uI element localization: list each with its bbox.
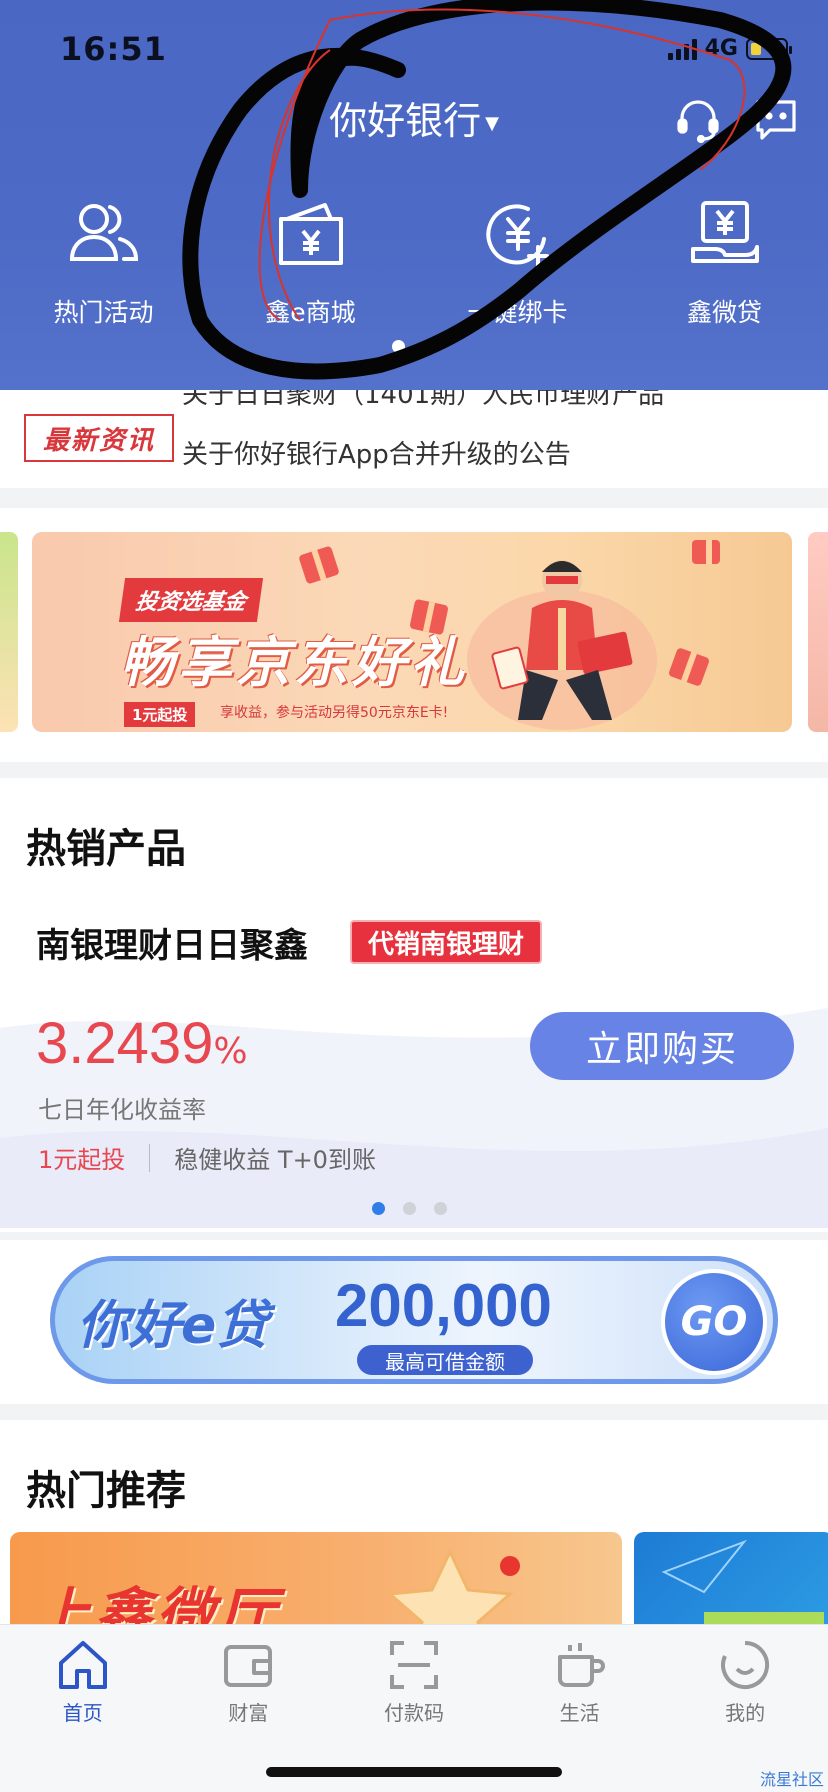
top-header: 16:51 4G 你好银行 ▼ 热门活动 鑫e商城 一键绑卡 鑫微贷 xyxy=(0,0,828,390)
promo-carousel: 投资选基金 畅享京东好礼 1元起投 享收益，参与活动另得50元京东E卡! xyxy=(0,508,828,762)
shortcut-hot-activities[interactable]: 热门活动 xyxy=(0,195,207,329)
section-title-text: 热销产品 xyxy=(26,826,186,872)
loan-brand: 你好e贷 xyxy=(77,1296,269,1356)
wallet-icon xyxy=(224,1645,273,1687)
buy-now-button[interactable]: 立即购买 xyxy=(530,1012,794,1080)
pager-dot[interactable] xyxy=(434,1202,447,1215)
status-time: 16:51 xyxy=(60,30,167,68)
tab-mine[interactable]: 我的 xyxy=(662,1637,828,1726)
tab-pay-code[interactable]: 付款码 xyxy=(331,1637,497,1726)
tab-label: 财富 xyxy=(228,1701,269,1725)
cup-icon xyxy=(557,1643,605,1687)
wallet-yen-icon xyxy=(278,203,343,265)
shortcut-grid: 热门活动 鑫e商城 一键绑卡 鑫微贷 xyxy=(0,195,828,329)
scan-icon xyxy=(389,1641,438,1689)
yield-rate: 3.2439% xyxy=(36,1010,248,1077)
yen-add-icon xyxy=(485,204,549,267)
section-title: 热销产品 xyxy=(26,816,196,874)
news-item[interactable]: 关于日日聚财（1401期）人民币理财产品 xyxy=(182,390,664,411)
product-features: 稳健收益 T+0到账 xyxy=(174,1146,376,1174)
hot-products-section: 热销产品 南银理财日日聚鑫 代销南银理财 3.2439% 七日年化收益率 1元起… xyxy=(0,778,828,1232)
gift-decoration xyxy=(692,540,720,564)
watermark: 流星社区 xyxy=(759,1770,824,1789)
banner-sub-tag: 1元起投 xyxy=(124,702,196,727)
battery-icon xyxy=(746,37,792,60)
banner-prev-peek[interactable] xyxy=(0,532,18,732)
tab-label: 首页 xyxy=(62,1701,103,1725)
gift-decoration xyxy=(667,647,711,687)
shortcut-label: 鑫e商城 xyxy=(265,298,356,327)
tab-wealth[interactable]: 财富 xyxy=(166,1637,332,1726)
mascot-illustration xyxy=(467,560,657,730)
pager-dot[interactable] xyxy=(372,1202,385,1215)
banner-headline: 畅享京东好礼 xyxy=(120,631,468,694)
yield-rate-unit: % xyxy=(213,1031,248,1072)
recommend-card-title: 上鑫微厅 xyxy=(32,1581,281,1630)
message-icon[interactable] xyxy=(752,96,800,144)
shortcut-micro-loan[interactable]: 鑫微贷 xyxy=(621,195,828,329)
status-indicators: 4G xyxy=(667,36,792,61)
paper-plane-icon xyxy=(661,1539,824,1630)
shortcut-label: 鑫微贷 xyxy=(686,298,762,327)
tab-home[interactable]: 首页 xyxy=(0,1637,166,1726)
tab-life[interactable]: 生活 xyxy=(497,1637,663,1726)
recommend-card[interactable]: 上鑫微厅 10000 xyxy=(10,1532,622,1630)
page-indicator xyxy=(392,340,405,353)
pager-dot[interactable] xyxy=(403,1202,416,1215)
loan-amount: 200,000 xyxy=(335,1272,552,1339)
min-invest: 1元起投 xyxy=(38,1146,126,1174)
loan-banner-section: 你好e贷 200,000 最高可借金额 GO xyxy=(0,1240,828,1404)
product-name[interactable]: 南银理财日日聚鑫 xyxy=(36,918,308,967)
home-indicator xyxy=(266,1767,562,1777)
news-tag: 最新资讯 xyxy=(24,414,174,462)
tab-label: 付款码 xyxy=(383,1701,444,1725)
product-pager xyxy=(372,1202,447,1215)
section-title: 热门推荐 xyxy=(26,1458,196,1516)
smile-icon xyxy=(721,1640,770,1689)
loan-banner[interactable]: 你好e贷 200,000 最高可借金额 GO xyxy=(50,1256,778,1384)
headset-icon[interactable] xyxy=(674,96,722,144)
recommend-card[interactable] xyxy=(634,1532,828,1630)
section-title-text: 热门推荐 xyxy=(26,1468,186,1514)
yen-hand-icon xyxy=(690,201,759,263)
recommend-section: 热门推荐 上鑫微厅 10000 xyxy=(0,1420,828,1630)
banner-badge: 投资选基金 xyxy=(118,578,264,622)
news-ticker[interactable]: 最新资讯 关于日日聚财（1401期）人民币理财产品 关于你好银行App合并升级的… xyxy=(0,390,828,488)
promo-banner[interactable]: 投资选基金 畅享京东好礼 1元起投 享收益，参与活动另得50元京东E卡! xyxy=(32,532,792,732)
bottom-tab-bar: 首页 财富 付款码 生活 我的 流星社区 xyxy=(0,1624,828,1792)
signal-icon xyxy=(667,38,697,60)
loan-caption: 最高可借金额 xyxy=(357,1345,533,1375)
star-illustration: 10000 xyxy=(386,1548,520,1630)
banner-next-peek[interactable] xyxy=(808,532,828,732)
go-button[interactable]: GO xyxy=(661,1269,767,1375)
gift-decoration xyxy=(298,545,340,585)
shortcut-mall[interactable]: 鑫e商城 xyxy=(207,195,414,329)
product-meta: 1元起投 稳健收益 T+0到账 xyxy=(38,1140,376,1175)
users-icon xyxy=(69,204,138,261)
caret-down-icon: ▼ xyxy=(485,113,499,134)
tab-label: 生活 xyxy=(559,1701,600,1725)
network-type: 4G xyxy=(704,36,738,61)
product-badge: 代销南银理财 xyxy=(350,920,543,964)
tab-label: 我的 xyxy=(725,1701,766,1725)
home-icon xyxy=(58,1641,107,1689)
banner-sub-text: 享收益，参与活动另得50元京东E卡! xyxy=(220,705,449,721)
shortcut-label: 一键绑卡 xyxy=(467,298,568,327)
divider xyxy=(149,1143,151,1172)
bank-title: 你好银行 xyxy=(329,99,482,143)
shortcut-bind-card[interactable]: 一键绑卡 xyxy=(414,195,621,329)
yield-rate-value: 3.2439 xyxy=(36,1011,214,1076)
news-item[interactable]: 关于你好银行App合并升级的公告 xyxy=(182,434,571,471)
yield-rate-label: 七日年化收益率 xyxy=(38,1096,206,1124)
shortcut-label: 热门活动 xyxy=(53,298,154,327)
